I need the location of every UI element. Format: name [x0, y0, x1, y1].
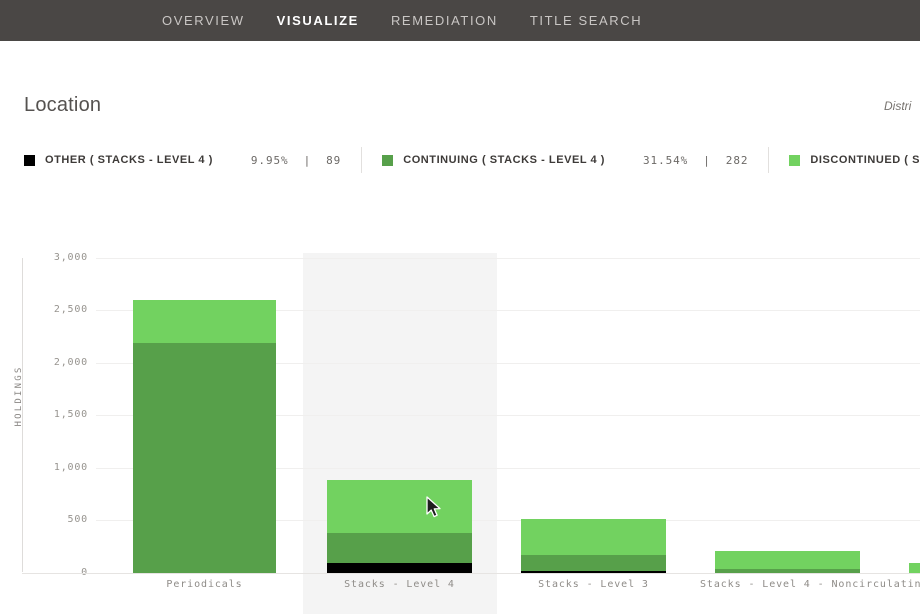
y-axis-tick: 2,500: [36, 304, 88, 315]
legend-stats-other: 9.95% | 89: [251, 154, 341, 167]
gridline: [96, 258, 920, 259]
x-axis-tick-periodicals: Periodicals: [133, 579, 276, 590]
legend-swatch-discontinued: [789, 155, 800, 166]
bar-segment-other: [521, 571, 666, 573]
bar-periodicals[interactable]: [133, 300, 276, 573]
bar-next-category[interactable]: [909, 563, 920, 573]
legend-label-discontinued: DISCONTINUED ( STACKS - LEVEL 4 ): [810, 154, 920, 166]
y-axis-tick: 3,000: [36, 252, 88, 263]
legend-stats-continuing: 31.54% | 282: [643, 154, 748, 167]
legend-divider: [768, 147, 769, 173]
tab-overview[interactable]: OVERVIEW: [146, 0, 261, 41]
legend-swatch-other: [24, 155, 35, 166]
tab-visualize[interactable]: VISUALIZE: [261, 0, 375, 41]
tab-remediation[interactable]: REMEDIATION: [375, 0, 514, 41]
x-axis-baseline: [22, 573, 920, 574]
x-axis-tick-stacks-level-4: Stacks - Level 4: [327, 579, 472, 590]
chart-legend: OTHER ( STACKS - LEVEL 4 ) 9.95% | 89 CO…: [24, 143, 920, 177]
bar-segment-discontinued: [521, 519, 666, 555]
visualize-panel: Location Distri OTHER ( STACKS - LEVEL 4…: [0, 41, 920, 600]
bar-segment-discontinued: [715, 551, 860, 569]
tab-title-search[interactable]: TITLE SEARCH: [514, 0, 658, 41]
legend-swatch-continuing: [382, 155, 393, 166]
bar-segment-continuing: [133, 343, 276, 573]
y-axis-tick: 2,000: [36, 357, 88, 368]
bar-segment-continuing: [715, 569, 860, 573]
legend-item-other[interactable]: OTHER ( STACKS - LEVEL 4 ) 9.95% | 89: [24, 143, 341, 177]
bar-segment-continuing: [521, 555, 666, 571]
legend-divider: [361, 147, 362, 173]
top-navigation-bar: OVERVIEW VISUALIZE REMEDIATION TITLE SEA…: [0, 0, 920, 41]
bar-segment-other: [327, 563, 472, 573]
bar-chart: HOLDINGS 3,000 2,500 2,000 1,500 1,000 5…: [0, 206, 920, 600]
bar-stacks-level-4[interactable]: [327, 480, 472, 573]
x-axis-tick-stacks-level-4-noncirculating: Stacks - Level 4 - Noncirculating: [700, 579, 875, 590]
legend-label-other: OTHER ( STACKS - LEVEL 4 ): [45, 154, 213, 166]
bar-segment-discontinued: [909, 563, 920, 573]
y-axis-tick: 500: [36, 514, 88, 525]
bar-segment-discontinued: [327, 480, 472, 533]
distribution-label: Distri: [884, 99, 911, 113]
page-title: Location: [24, 94, 101, 117]
y-axis-tick: 1,000: [36, 462, 88, 473]
bar-stacks-level-3[interactable]: [521, 519, 666, 573]
legend-item-continuing[interactable]: CONTINUING ( STACKS - LEVEL 4 ) 31.54% |…: [382, 143, 748, 177]
bar-segment-continuing: [327, 533, 472, 563]
bar-segment-discontinued: [133, 300, 276, 343]
legend-label-continuing: CONTINUING ( STACKS - LEVEL 4 ): [403, 154, 605, 166]
bar-stacks-level-4-noncirculating[interactable]: [715, 551, 860, 573]
x-axis-tick-stacks-level-3: Stacks - Level 3: [521, 579, 666, 590]
legend-item-discontinued[interactable]: DISCONTINUED ( STACKS - LEVEL 4 ) 58.5: [789, 143, 920, 177]
y-axis-tick: 1,500: [36, 409, 88, 420]
y-axis-title: HOLDINGS: [14, 361, 24, 431]
